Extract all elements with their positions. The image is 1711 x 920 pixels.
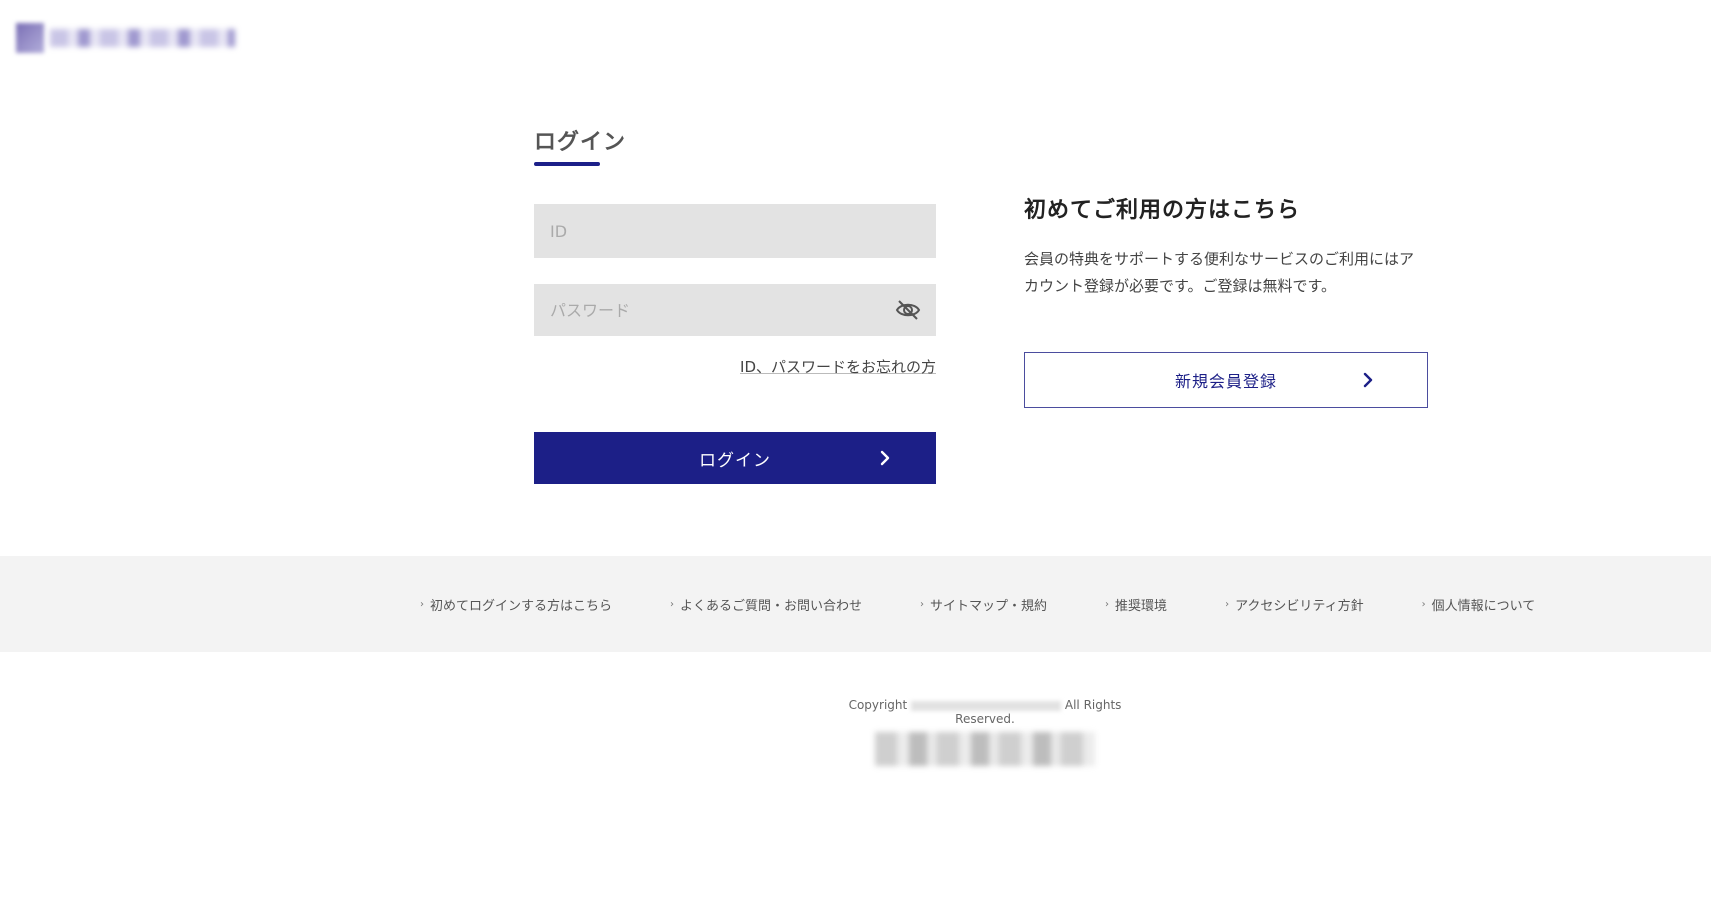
arrow-right-icon: ›	[1225, 598, 1230, 610]
arrow-right-icon: ›	[420, 598, 424, 610]
logo-mark-icon	[16, 23, 44, 53]
footer-links: › 初めてログインする方はこちら › よくあるご質問・お問い合わせ › サイトマ…	[420, 556, 1535, 652]
footer-link-environment[interactable]: › 推奨環境	[1105, 595, 1167, 614]
login-page: ログイン ID、パスワードをお忘れの方 ログイン 初めて	[0, 0, 1711, 920]
footer-link-privacy[interactable]: › 個人情報について	[1422, 595, 1536, 614]
copyright-logo-blurred	[875, 732, 1095, 766]
login-form: ログイン ID、パスワードをお忘れの方 ログイン	[534, 124, 936, 484]
copyright-text: Copyright All Rights Reserved.	[848, 698, 1122, 726]
register-button[interactable]: 新規会員登録	[1024, 352, 1428, 408]
footer-link-accessibility[interactable]: › アクセシビリティ方針	[1225, 595, 1364, 614]
arrow-right-icon: ›	[920, 598, 925, 610]
copyright: Copyright All Rights Reserved.	[840, 698, 1130, 766]
register-section: 初めてご利用の方はこちら 会員の特典をサポートする便利なサービスのご利用にはアカ…	[1024, 192, 1428, 408]
register-button-label: 新規会員登録	[1174, 372, 1277, 391]
login-button-label: ログイン	[699, 450, 771, 471]
login-tab-label: ログイン	[534, 130, 627, 155]
footer-nav: › 初めてログインする方はこちら › よくあるご質問・お問い合わせ › サイトマ…	[0, 556, 1711, 652]
login-tab-title: ログイン	[534, 124, 627, 166]
eye-slash-icon[interactable]	[894, 296, 922, 324]
logo-wordmark	[50, 29, 235, 47]
password-input[interactable]	[534, 300, 894, 320]
arrow-right-icon: ›	[1421, 598, 1426, 610]
footer-link-sitemap[interactable]: › サイトマップ・規約	[920, 595, 1047, 614]
login-tab-underline	[534, 162, 600, 166]
footer-link-faq[interactable]: › よくあるご質問・お問い合わせ	[670, 595, 862, 614]
footer-link-first-login[interactable]: › 初めてログインする方はこちら	[420, 595, 612, 614]
site-logo[interactable]	[16, 16, 246, 60]
login-button[interactable]: ログイン	[534, 432, 936, 484]
chevron-right-icon	[880, 450, 890, 466]
password-field	[534, 284, 936, 336]
arrow-right-icon: ›	[670, 598, 675, 610]
id-field	[534, 204, 936, 258]
register-title: 初めてご利用の方はこちら	[1024, 198, 1301, 223]
arrow-right-icon: ›	[1105, 598, 1110, 610]
id-input[interactable]	[534, 221, 936, 241]
register-description: 会員の特典をサポートする便利なサービスのご利用にはアカウント登録が必要です。ご登…	[1024, 250, 1415, 295]
copyright-owner-blurred	[911, 700, 1062, 711]
chevron-right-icon	[1363, 372, 1373, 388]
forgot-credentials-link[interactable]: ID、パスワードをお忘れの方	[740, 356, 936, 377]
